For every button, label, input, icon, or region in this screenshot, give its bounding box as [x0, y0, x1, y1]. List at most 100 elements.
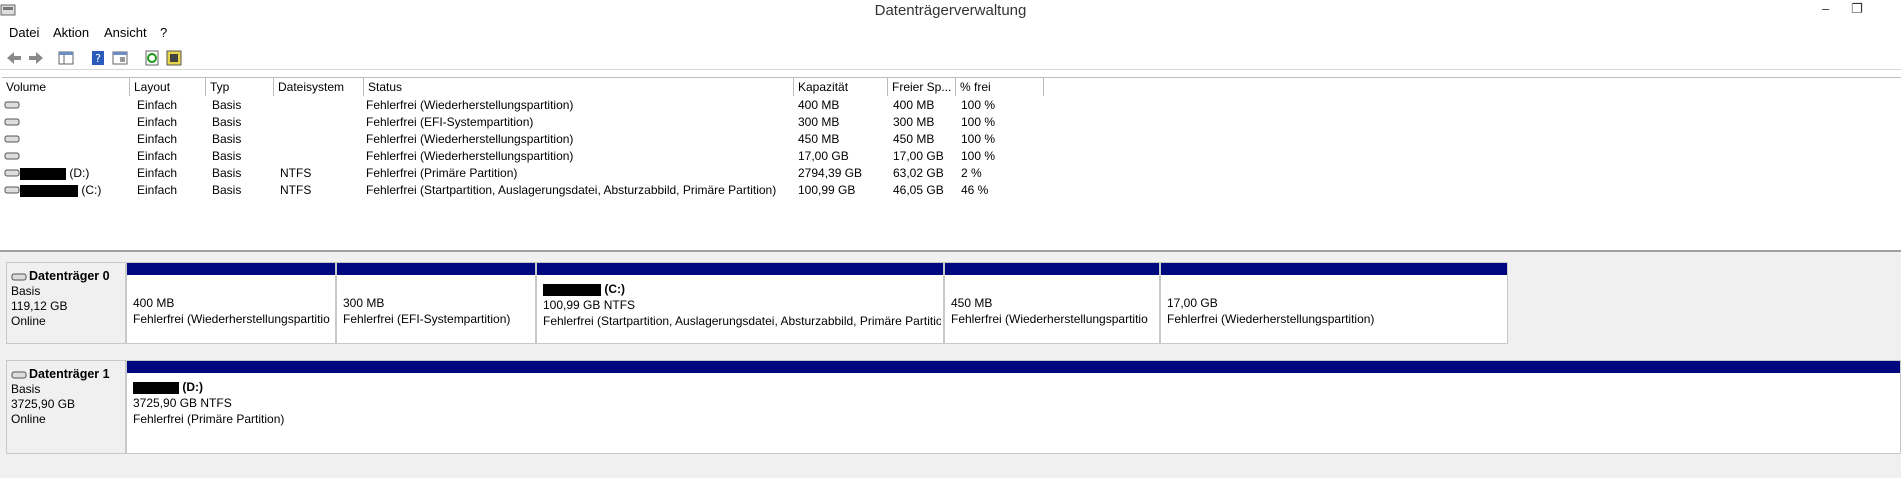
disk-state: Online — [11, 314, 46, 328]
partition-d[interactable]: (D:) 3725,90 GB NTFS Fehlerfrei (Primäre… — [126, 360, 1901, 454]
disk-state: Online — [11, 412, 46, 426]
column-header-status[interactable]: Status — [364, 78, 794, 96]
layout-cell: Einfach — [137, 98, 178, 112]
free-space-cell: 300 MB — [893, 115, 935, 129]
typ-cell: Basis — [212, 115, 242, 129]
window-title: Datenträgerverwaltung — [874, 2, 1027, 19]
disk-name: Datenträger 1 — [29, 367, 110, 381]
partition-status: Fehlerfrei (Wiederherstellungspartitio — [951, 312, 1148, 326]
back-icon[interactable] — [4, 48, 24, 68]
partition-efi[interactable]: 300 MB Fehlerfrei (EFI-Systempartition) — [336, 262, 536, 344]
partition-size: 450 MB — [951, 296, 993, 310]
menu-bar: Datei Aktion Ansicht ? — [0, 24, 1901, 42]
disk-size: 3725,90 GB — [11, 397, 76, 411]
table-row[interactable]: (C:) Einfach Basis NTFS Fehlerfrei (Star… — [2, 182, 1202, 199]
menu-help[interactable]: ? — [160, 25, 167, 40]
disk-0-label[interactable]: Datenträger 0 Basis 119,12 GB Online — [6, 262, 126, 344]
column-header-typ[interactable]: Typ — [206, 78, 274, 96]
typ-cell: Basis — [212, 183, 242, 197]
partition-status: Fehlerfrei (Wiederherstellungspartitio — [133, 312, 330, 326]
forward-icon[interactable] — [26, 48, 46, 68]
volume-letter: (C:) — [81, 183, 102, 197]
partition-recovery-3[interactable]: 17,00 GB Fehlerfrei (Wiederherstellungsp… — [1160, 262, 1508, 344]
redacted-label — [20, 184, 78, 197]
restore-button[interactable]: ❐ — [1851, 1, 1863, 17]
drive-icon — [4, 118, 20, 126]
capacity-cell: 450 MB — [798, 132, 840, 146]
disk-graphical-view: Datenträger 0 Basis 119,12 GB Online 400… — [0, 250, 1901, 478]
redacted-label — [133, 381, 179, 394]
typ-cell: Basis — [212, 166, 242, 180]
free-space-cell: 450 MB — [893, 132, 935, 146]
status-cell: Fehlerfrei (Startpartition, Auslagerungs… — [366, 183, 777, 197]
partition-c[interactable]: (C:) 100,99 GB NTFS Fehlerfrei (Startpar… — [536, 262, 944, 344]
drive-icon — [4, 152, 20, 160]
disk-name: Datenträger 0 — [29, 269, 110, 283]
drive-icon — [4, 186, 20, 194]
disk-1-label[interactable]: Datenträger 1 Basis 3725,90 GB Online — [6, 360, 126, 454]
disk-type: Basis — [11, 284, 41, 298]
percent-free-cell: 46 % — [961, 183, 989, 197]
refresh-icon[interactable] — [142, 48, 162, 68]
column-header-dateisystem[interactable]: Dateisystem — [274, 78, 364, 96]
disk-type: Basis — [11, 382, 41, 396]
fs-cell: NTFS — [280, 183, 312, 197]
percent-free-cell: 100 % — [961, 132, 996, 146]
menu-aktion[interactable]: Aktion — [53, 25, 89, 40]
status-cell: Fehlerfrei (Wiederherstellungspartition) — [366, 149, 574, 163]
properties-icon[interactable] — [110, 48, 130, 68]
status-cell: Fehlerfrei (Primäre Partition) — [366, 166, 518, 180]
column-header-layout[interactable]: Layout — [130, 78, 206, 96]
partition-status: Fehlerfrei (Startpartition, Auslagerungs… — [543, 314, 941, 328]
table-row[interactable]: (D:) Einfach Basis NTFS Fehlerfrei (Prim… — [2, 165, 1202, 182]
help-icon[interactable]: ? — [88, 48, 108, 68]
free-space-cell: 46,05 GB — [893, 183, 944, 197]
partition-label: (C:) — [604, 282, 625, 296]
partition-bar — [945, 263, 1159, 275]
partition-size: 300 MB — [343, 296, 385, 310]
volume-letter: (D:) — [69, 166, 90, 180]
redacted-label — [20, 167, 66, 180]
percent-free-cell: 100 % — [961, 98, 996, 112]
capacity-cell: 17,00 GB — [798, 149, 849, 163]
percent-free-cell: 2 % — [961, 166, 982, 180]
disk-icon — [11, 371, 27, 379]
table-row[interactable]: Einfach Basis Fehlerfrei (Wiederherstell… — [2, 131, 1202, 148]
partition-bar — [1161, 263, 1507, 275]
menu-ansicht[interactable]: Ansicht — [104, 25, 147, 40]
volume-list: Volume Layout Typ Dateisystem Status Kap… — [2, 77, 1901, 249]
partition-size: 3725,90 GB NTFS — [133, 396, 232, 410]
layout-cell: Einfach — [137, 115, 178, 129]
partition-bar — [537, 263, 943, 275]
drive-icon — [4, 169, 20, 177]
column-header-volume[interactable]: Volume — [2, 78, 130, 96]
partition-recovery-1[interactable]: 400 MB Fehlerfrei (Wiederherstellungspar… — [126, 262, 336, 344]
partition-size: 400 MB — [133, 296, 175, 310]
layout-cell: Einfach — [137, 183, 178, 197]
redacted-label — [543, 283, 601, 296]
disk-size: 119,12 GB — [11, 299, 68, 313]
drive-icon — [4, 101, 20, 109]
table-row[interactable]: Einfach Basis Fehlerfrei (Wiederherstell… — [2, 97, 1202, 114]
capacity-cell: 100,99 GB — [798, 183, 856, 197]
list-view-icon[interactable] — [56, 48, 76, 68]
partition-status: Fehlerfrei (EFI-Systempartition) — [343, 312, 511, 326]
percent-free-cell: 100 % — [961, 149, 996, 163]
percent-free-cell: 100 % — [961, 115, 996, 129]
volume-name: (C:) — [20, 183, 101, 197]
layout-cell: Einfach — [137, 149, 178, 163]
status-cell: Fehlerfrei (EFI-Systempartition) — [366, 115, 534, 129]
table-row[interactable]: Einfach Basis Fehlerfrei (EFI-Systempart… — [2, 114, 1202, 131]
menu-datei[interactable]: Datei — [9, 25, 39, 40]
partition-size: 100,99 GB NTFS — [543, 298, 636, 312]
status-cell: Fehlerfrei (Wiederherstellungspartition) — [366, 98, 574, 112]
column-header-prozent-frei[interactable]: % frei — [956, 78, 1044, 96]
partition-recovery-2[interactable]: 450 MB Fehlerfrei (Wiederherstellungspar… — [944, 262, 1160, 344]
free-space-cell: 17,00 GB — [893, 149, 944, 163]
table-row[interactable]: Einfach Basis Fehlerfrei (Wiederherstell… — [2, 148, 1202, 165]
column-header-freier-speicher[interactable]: Freier Sp... — [888, 78, 956, 96]
settings-icon[interactable] — [164, 48, 184, 68]
column-header-kapazitaet[interactable]: Kapazität — [794, 78, 888, 96]
minimize-button[interactable]: – — [1822, 1, 1829, 16]
layout-cell: Einfach — [137, 132, 178, 146]
